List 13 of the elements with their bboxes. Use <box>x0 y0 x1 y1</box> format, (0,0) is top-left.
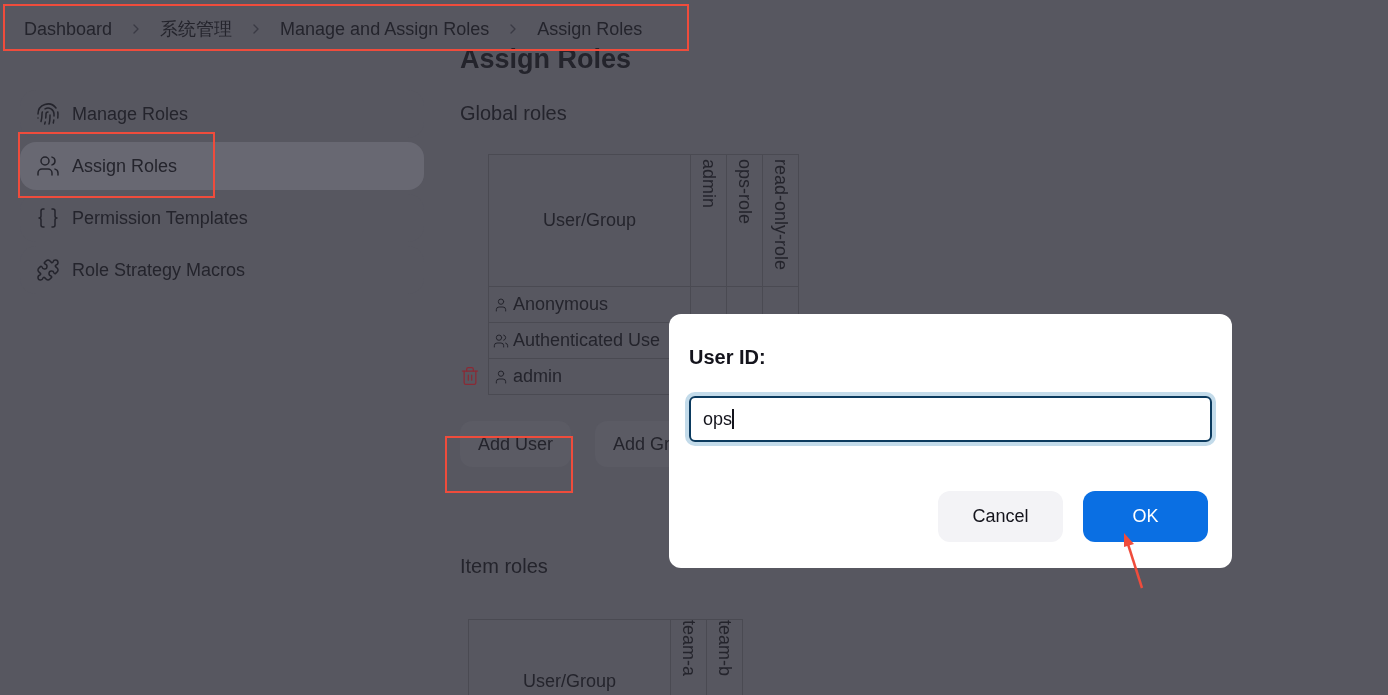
trash-icon[interactable] <box>460 366 480 386</box>
add-button[interactable]: Add User <box>460 421 572 467</box>
sidebar-item[interactable]: Assign Roles <box>20 142 424 190</box>
user-icon <box>493 296 509 313</box>
cancel-button[interactable]: Cancel <box>938 491 1063 542</box>
fingerprint-icon <box>36 102 60 126</box>
puzzle-icon <box>36 258 60 282</box>
braces-icon <box>36 206 60 230</box>
field-label: User ID: <box>689 345 767 370</box>
users-icon <box>493 332 509 349</box>
ok-button[interactable]: OK <box>1083 491 1208 542</box>
users-icon <box>36 154 60 178</box>
user-icon <box>493 368 509 385</box>
